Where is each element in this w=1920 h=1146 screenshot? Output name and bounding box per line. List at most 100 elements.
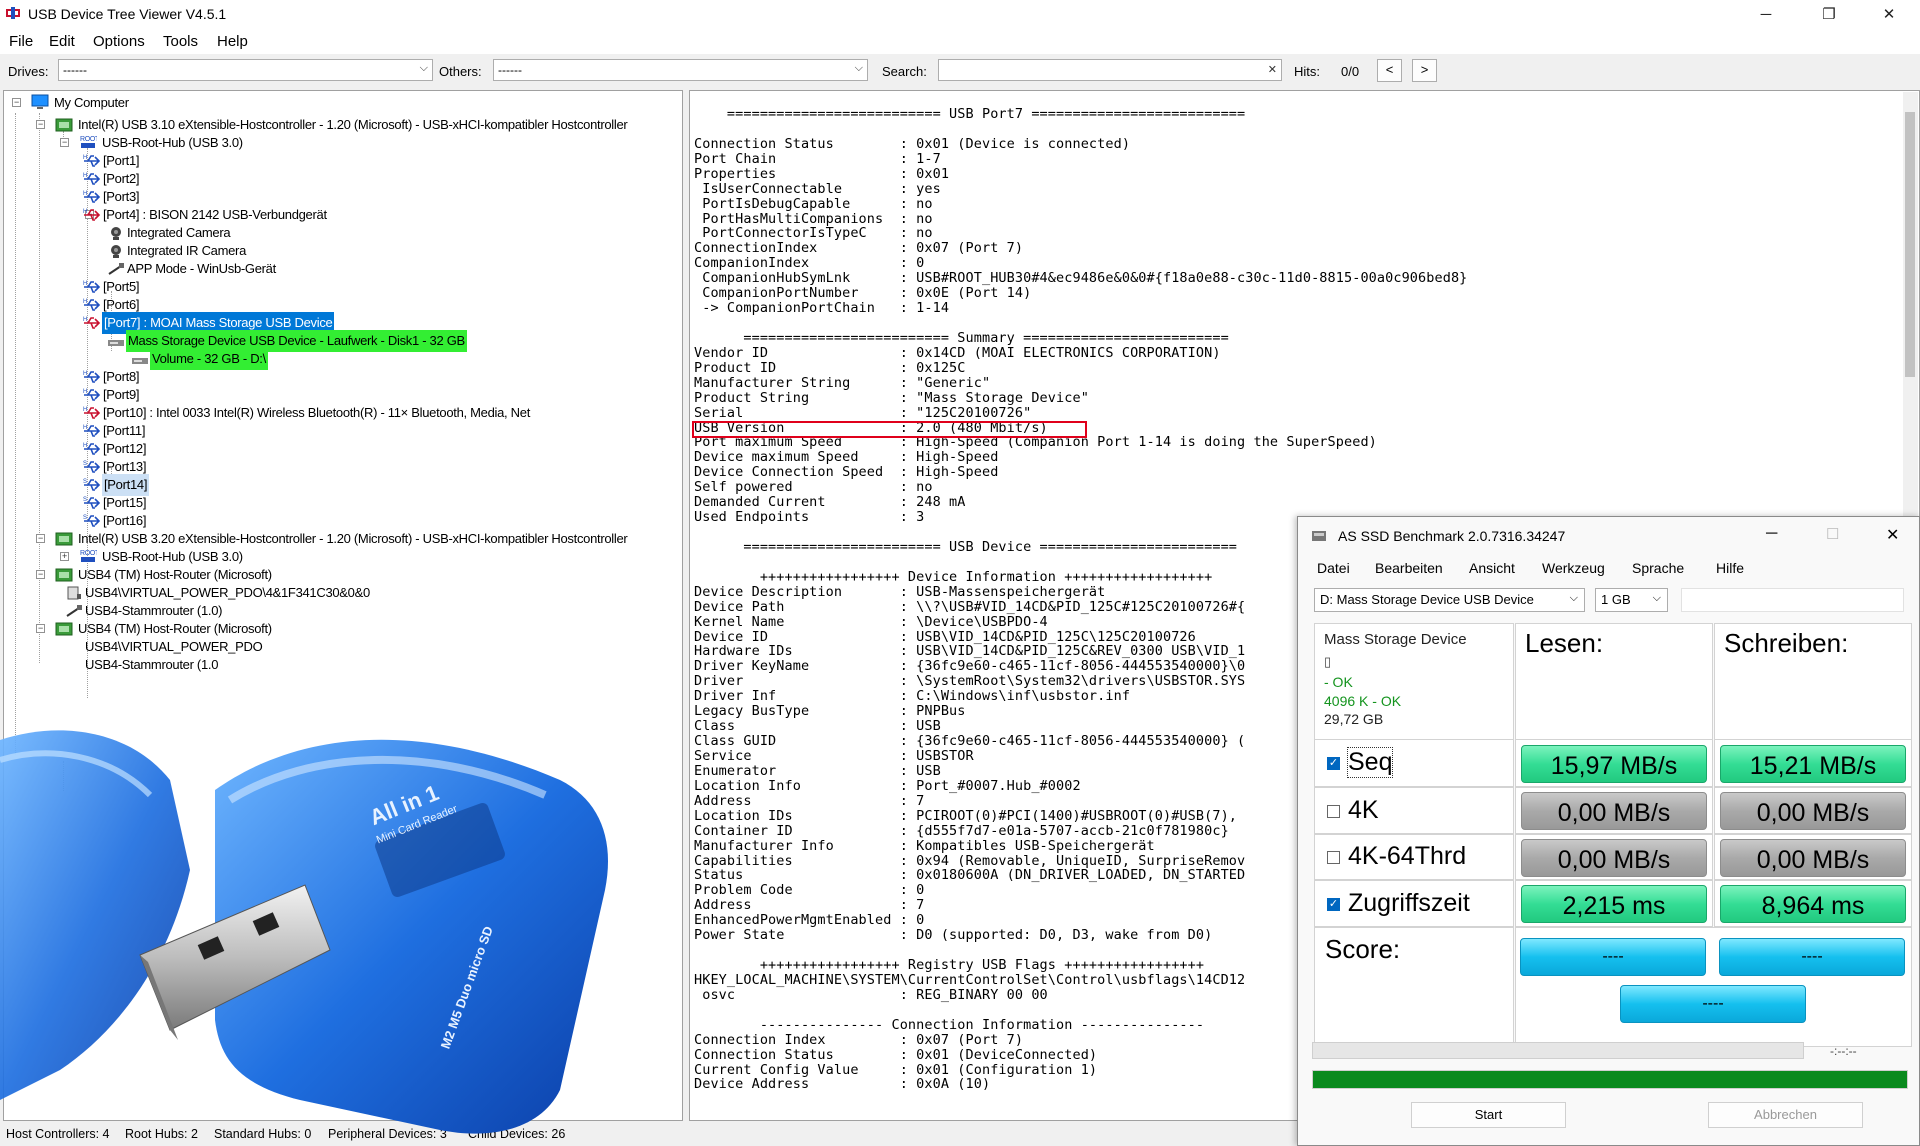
usb-port-icon: H [83,443,101,455]
detail-line: CompanionPortNumber : 0x0E (Port 14) [694,285,1032,302]
ssd-access-read-value: 2,215 ms [1521,885,1707,923]
ssd-size-select[interactable]: 1 GB ⌵ [1595,588,1668,612]
ssd-read-header: Lesen: [1515,623,1713,756]
drives-label: Drives: [8,64,49,79]
as-ssd-maximize-button[interactable]: ☐ [1826,525,1839,543]
ssd-score-label: Score: [1325,934,1401,964]
ssd-step-progress-bar [1312,1042,1804,1059]
svg-text:S: S [83,515,87,521]
drives-select[interactable]: ------ ⌵ [58,59,433,81]
ssd-menu-bearbeiten[interactable]: Bearbeiten [1375,560,1443,576]
svg-text:S: S [83,461,87,467]
detail-line: Serial : "125C20100726" [694,404,1032,421]
ssd-seq-read-cell: 15,97 MB/s [1515,739,1713,787]
detail-line: Problem Code : 0 [694,882,925,899]
detail-line: Manufacturer String : "Generic" [694,374,991,391]
ssd-start-button[interactable]: Start [1411,1102,1566,1128]
close-button[interactable]: ✕ [1866,0,1912,29]
ssd-seq-checkbox[interactable]: ✓ [1327,757,1340,770]
ssd-4k64-checkbox[interactable] [1327,851,1340,864]
menu-bar: File Edit Options Tools Help [0,29,1920,54]
host-controller-icon [55,622,73,636]
ssd-menu-sprache[interactable]: Sprache [1632,560,1684,576]
ssd-seq-write-cell: 15,21 MB/s [1714,739,1912,787]
as-ssd-minimize-button[interactable]: ─ [1766,525,1777,543]
minimize-button[interactable]: ─ [1743,0,1789,29]
others-value: ------ [498,63,522,77]
usb-cable-icon [66,605,82,617]
next-hit-button[interactable]: > [1412,59,1437,82]
hits-value: 0/0 [1341,64,1360,79]
chevron-down-icon: ⌵ [854,62,863,74]
detail-line: Status : 0x0180600A (DN_DRIVER_LOADED, D… [694,867,1246,884]
ssd-4k64-read-value: 0,00 MB/s [1521,839,1707,877]
detail-line: ======================== USB Device ====… [694,538,1238,555]
menu-help[interactable]: Help [217,33,248,50]
ssd-abort-button[interactable]: Abbrechen [1708,1102,1863,1128]
detail-line: Address : 7 [694,897,925,914]
ssd-menu-datei[interactable]: Datei [1317,560,1350,576]
svg-text:H: H [83,425,87,431]
detail-line: Device Connection Speed : High-Speed [694,464,999,481]
host-controller-icon [55,118,73,132]
svg-text:H: H [83,317,87,323]
ssd-4k-label: 4K [1348,796,1379,824]
host-controller-icon [55,568,73,582]
search-input[interactable]: ✕ [938,59,1282,81]
ssd-seq-write-value: 15,21 MB/s [1720,745,1906,783]
detail-line: CompanionIndex : 0 [694,255,925,272]
tree-label: USB4-Stammrouter (1.0 [85,657,219,672]
clear-search-icon[interactable]: ✕ [1268,63,1277,76]
details-scrollbar-thumb[interactable] [1905,112,1915,377]
detail-line: Location Info : Port_#0007.Hub_#0002 [694,777,1081,794]
ssd-info-ok2: 4096 K - OK [1324,693,1402,709]
usb-cable-icon [108,263,124,275]
detail-line: Current Config Value : 0x01 (Configurati… [694,1061,1098,1078]
ssd-score-write: ---- [1719,938,1905,976]
detail-line: Connection Status : 0x01 (Device is conn… [694,135,1131,152]
svg-text:H: H [83,281,87,287]
ssd-info-line2: ▯ [1324,654,1332,669]
ssd-access-read-cell: 2,215 ms [1515,880,1713,927]
title-bar: USB Device Tree Viewer V4.5.1 ─ ❐ ✕ [0,0,1920,29]
detail-line: Driver Inf : C:\Windows\inf\usbstor.inf [694,688,1131,705]
detail-line: Connection Status : 0x01 (DeviceConnecte… [694,1046,1098,1063]
detail-line: Container ID : {d555f7d7-e01a-5707-accb-… [694,822,1229,839]
host-controller-icon [55,532,73,546]
usb-port-icon: H [83,425,101,437]
ssd-menu-werkzeug[interactable]: Werkzeug [1542,560,1605,576]
as-ssd-app-icon [1312,531,1326,541]
svg-text:H: H [83,389,87,395]
detail-line: Capabilities : 0x94 (Removable, UniqueID… [694,852,1246,869]
ssd-4k64-read-cell: 0,00 MB/s [1515,834,1713,880]
ssd-menu-hilfe[interactable]: Hilfe [1716,560,1744,576]
ssd-info-ok1: - OK [1324,674,1353,690]
menu-edit[interactable]: Edit [49,33,75,50]
previous-hit-button[interactable]: < [1377,59,1402,82]
as-ssd-close-button[interactable]: ✕ [1886,525,1899,545]
menu-options[interactable]: Options [93,33,145,50]
ssd-drive-info: Mass Storage Device ▯ - OK 4096 K - OK 2… [1314,623,1514,756]
detail-line: Class : USB [694,718,941,735]
usb-port-icon: H [83,389,101,401]
drive-icon [108,340,124,346]
camera-icon [111,227,121,240]
svg-text:H: H [83,407,87,413]
ssd-drive-value: D: Mass Storage Device USB Device [1320,592,1534,607]
menu-tools[interactable]: Tools [163,33,198,50]
ssd-4k-checkbox[interactable] [1327,805,1340,818]
svg-text:H: H [83,443,87,449]
ssd-drive-select[interactable]: D: Mass Storage Device USB Device ⌵ [1314,588,1585,612]
others-select[interactable]: ------ ⌵ [493,59,868,81]
ssd-menu-ansicht[interactable]: Ansicht [1469,560,1515,576]
menu-file[interactable]: File [9,33,33,50]
detail-line: Hardware IDs : USB\VID_14CD&PID_125C&REV… [694,643,1246,660]
chevron-down-icon: ⌵ [1652,592,1661,604]
maximize-button[interactable]: ❐ [1806,0,1852,29]
ssd-access-label: Zugriffszeit [1348,889,1470,917]
ssd-total-progress-track [1312,1070,1908,1089]
ssd-timer: -:--:-- [1830,1044,1857,1058]
detail-line: Device Address : 0x0A (10) [694,1076,991,1093]
detail-line: Device Path : \\?\USB#VID_14CD&PID_125C#… [694,598,1246,615]
ssd-access-checkbox[interactable]: ✓ [1327,898,1340,911]
